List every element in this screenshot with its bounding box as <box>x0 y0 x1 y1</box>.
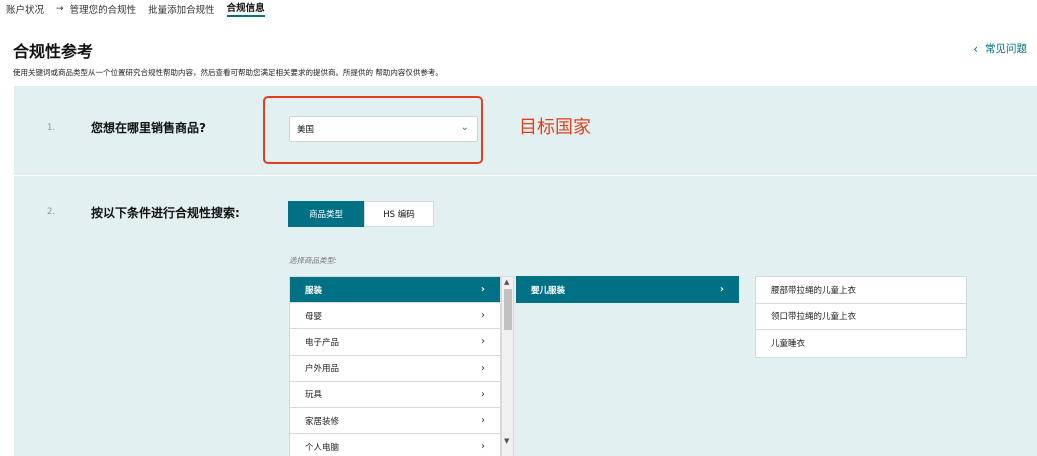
category-label: 母婴 <box>305 311 323 322</box>
annotation-target-country: 目标国家 <box>519 117 591 138</box>
subcategory-item[interactable]: 婴儿服装 › <box>516 276 739 303</box>
chevron-right-icon: › <box>481 310 485 322</box>
category-label: 玩具 <box>305 390 323 401</box>
category-list-scrollbar[interactable]: ▲ ▼ <box>501 276 514 456</box>
subcategory-list: 婴儿服装 › <box>516 276 739 303</box>
step2-number: 2. <box>47 207 56 217</box>
tab-hs-code[interactable]: HS 编码 <box>364 201 434 227</box>
product-item-label: 腰部带拉绳的儿童上衣 <box>771 285 857 296</box>
faq-link[interactable]: ‹ 常见问题 <box>973 41 1027 56</box>
step1-panel: 1. 您想在哪里销售商品? 美国 ⌄ 目标国家 <box>14 86 1037 175</box>
chevron-right-icon: › <box>480 284 485 296</box>
category-item[interactable]: 电子产品 › <box>290 329 500 356</box>
step2-label: 按以下条件进行合规性搜索: <box>91 206 240 220</box>
chevron-right-icon: › <box>481 415 485 427</box>
tab-product-type[interactable]: 商品类型 <box>288 201 364 227</box>
product-item[interactable]: 儿童睡衣 <box>756 330 966 357</box>
chevron-right-icon: › <box>481 441 485 453</box>
breadcrumb-bulk-add-compliance[interactable]: 批量添加合规性 <box>148 2 215 16</box>
product-item-label: 儿童睡衣 <box>771 339 806 350</box>
breadcrumb: 账户状况 → 管理您的合规性 批量添加合规性 合规信息 <box>6 0 277 17</box>
search-mode-tabs: 商品类型 HS 编码 <box>288 201 434 227</box>
product-item-list: 腰部带拉绳的儿童上衣 领口带拉绳的儿童上衣 儿童睡衣 <box>755 276 967 358</box>
category-label: 电子产品 <box>305 337 340 348</box>
step1-label: 您想在哪里销售商品? <box>91 121 206 135</box>
breadcrumb-manage-compliance[interactable]: 管理您的合规性 <box>70 2 137 16</box>
chevron-right-icon: › <box>719 284 724 295</box>
subcategory-label: 婴儿服装 <box>531 285 566 296</box>
category-label: 服装 <box>305 285 323 296</box>
annotation-highlight-box <box>263 96 483 164</box>
page-subtitle: 使用关键词或商品类型从一个位置研究合规性帮助内容，然后查看可帮助您满足相关要求的… <box>13 68 443 77</box>
page-title: 合规性参考 <box>13 42 94 61</box>
scroll-up-icon[interactable]: ▲ <box>504 278 509 286</box>
step2-panel: 2. 按以下条件进行合规性搜索: 商品类型 HS 编码 选择商品类型: 服装 ›… <box>14 176 1037 456</box>
product-item-label: 领口带拉绳的儿童上衣 <box>771 312 857 323</box>
arrow-right-icon: → <box>56 3 64 14</box>
category-label: 家居装修 <box>305 416 340 427</box>
category-label: 个人电脑 <box>305 442 340 453</box>
breadcrumb-compliance-info[interactable]: 合规信息 <box>226 0 265 17</box>
chevron-left-icon: ‹ <box>973 41 978 56</box>
scroll-down-icon[interactable]: ▼ <box>504 437 509 445</box>
category-label: 户外用品 <box>305 364 340 375</box>
category-list: 服装 › 母婴 › 电子产品 › 户外用品 › 玩具 › 家居装修 › 个人电脑… <box>289 276 501 456</box>
chevron-right-icon: › <box>481 388 485 400</box>
chevron-right-icon: › <box>481 336 485 348</box>
scrollbar-thumb[interactable] <box>504 289 512 330</box>
category-item[interactable]: 户外用品 › <box>290 356 500 382</box>
step1-number: 1. <box>47 123 56 133</box>
product-item[interactable]: 腰部带拉绳的儿童上衣 <box>756 277 966 304</box>
category-item[interactable]: 家居装修 › <box>290 408 500 435</box>
category-item[interactable]: 服装 › <box>290 277 500 304</box>
faq-label: 常见问题 <box>985 43 1027 55</box>
category-item[interactable]: 母婴 › <box>290 303 500 330</box>
product-item[interactable]: 领口带拉绳的儿童上衣 <box>756 304 966 330</box>
category-item[interactable]: 玩具 › <box>290 382 500 408</box>
category-item[interactable]: 个人电脑 › <box>290 434 500 456</box>
breadcrumb-account-status[interactable]: 账户状况 <box>6 2 44 16</box>
choose-product-type-label: 选择商品类型: <box>289 256 337 265</box>
chevron-right-icon: › <box>481 362 485 374</box>
